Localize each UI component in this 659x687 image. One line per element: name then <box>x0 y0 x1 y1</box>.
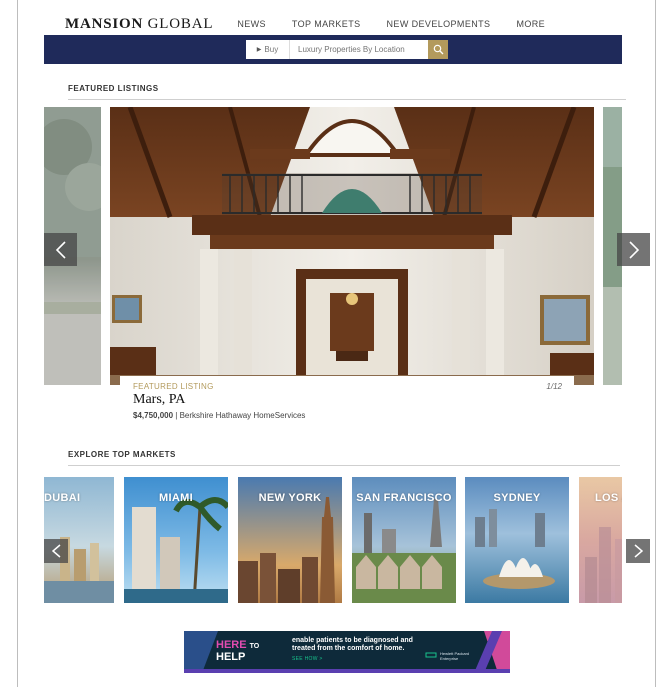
logo-word-mansion: MANSION <box>65 15 144 32</box>
carousel-next-button[interactable] <box>617 233 650 266</box>
logo-word-global: GLOBAL <box>147 15 214 32</box>
chevron-right-icon <box>628 240 639 259</box>
listing-caption: FEATURED LISTING 1/12 Mars, PA $4,750,00… <box>120 376 574 422</box>
ad-cta[interactable]: SEE HOW > <box>292 656 323 662</box>
great-room-photo <box>110 107 594 385</box>
explore-top-markets-heading: EXPLORE TOP MARKETS <box>68 450 176 459</box>
chevron-left-icon <box>51 544 60 558</box>
markets-prev-button[interactable] <box>44 539 68 563</box>
featured-listings-heading: FEATURED LISTINGS <box>68 84 159 93</box>
nav-new-developments[interactable]: NEW DEVELOPMENTS <box>387 19 491 29</box>
location-search-input[interactable] <box>290 40 428 59</box>
featured-listing-label: FEATURED LISTING <box>133 382 214 391</box>
listing-price: $4,750,000 <box>133 411 174 420</box>
search-bar: ▶ Buy <box>44 35 622 64</box>
nav-top-markets[interactable]: TOP MARKETS <box>292 19 361 29</box>
ad-logo: HERE TO HELP <box>216 640 259 663</box>
caret-right-icon: ▶ <box>256 47 262 53</box>
market-name-dubai: DUBAI <box>44 492 81 504</box>
ad-logo-here: HERE <box>216 639 247 651</box>
listing-agency: Berkshire Hathaway HomeServices <box>179 411 306 420</box>
market-tile-los-angeles[interactable]: LOS ANGELES <box>579 477 622 603</box>
nav-news[interactable]: NEWS <box>237 19 266 29</box>
market-name-new-york: NEW YORK <box>258 492 322 504</box>
ad-copy: enable patients to be diagnosed and trea… <box>292 637 413 652</box>
featured-divider <box>68 99 626 100</box>
slide-counter: 1/12 <box>546 382 562 391</box>
markets-carousel: DUBAI MIAMI NEW YORK SAN FRANCISCO SYDNE… <box>44 477 622 603</box>
nav-more[interactable]: MORE <box>516 19 545 29</box>
market-name-san-francisco: SAN FRANCISCO <box>356 492 452 504</box>
meta-separator: | <box>175 411 178 420</box>
carousel-prev-button[interactable] <box>44 233 77 266</box>
buy-dropdown[interactable]: ▶ Buy <box>246 40 290 59</box>
ad-brand-line2: Enterprise <box>440 656 459 661</box>
market-tile-miami[interactable]: MIAMI <box>124 477 228 603</box>
market-tile-sydney[interactable]: SYDNEY <box>465 477 569 603</box>
market-name-sydney: SYDNEY <box>493 492 541 504</box>
ad-logo-to: TO <box>249 643 260 650</box>
market-tile-new-york[interactable]: NEW YORK <box>238 477 342 603</box>
mansion-global-logo[interactable]: MANSION GLOBAL <box>65 16 213 33</box>
ad-logo-help: HELP <box>216 651 246 663</box>
search-form: ▶ Buy <box>246 40 448 59</box>
search-button[interactable] <box>428 40 448 59</box>
top-navigation: MANSION GLOBAL NEWS TOP MARKETS NEW DEVE… <box>44 14 622 34</box>
market-tile-san-francisco[interactable]: SAN FRANCISCO <box>352 477 456 603</box>
chevron-left-icon <box>55 240 66 259</box>
chevron-right-icon <box>634 544 643 558</box>
markets-next-button[interactable] <box>626 539 650 563</box>
search-icon <box>433 44 443 55</box>
featured-listing-image[interactable] <box>110 107 594 385</box>
buy-dropdown-label: Buy <box>264 45 279 54</box>
market-name-los-angeles: LOS ANGELES <box>595 492 622 504</box>
ad-brand: Hewlett Packard Enterprise <box>440 651 469 661</box>
market-name-miami: MIAMI <box>159 492 193 504</box>
advertisement-banner[interactable]: HERE TO HELP enable patients to be diagn… <box>184 631 510 673</box>
listing-meta: $4,750,000 | Berkshire Hathaway HomeServ… <box>133 411 305 420</box>
markets-divider <box>68 465 620 466</box>
listing-title[interactable]: Mars, PA <box>133 392 185 408</box>
